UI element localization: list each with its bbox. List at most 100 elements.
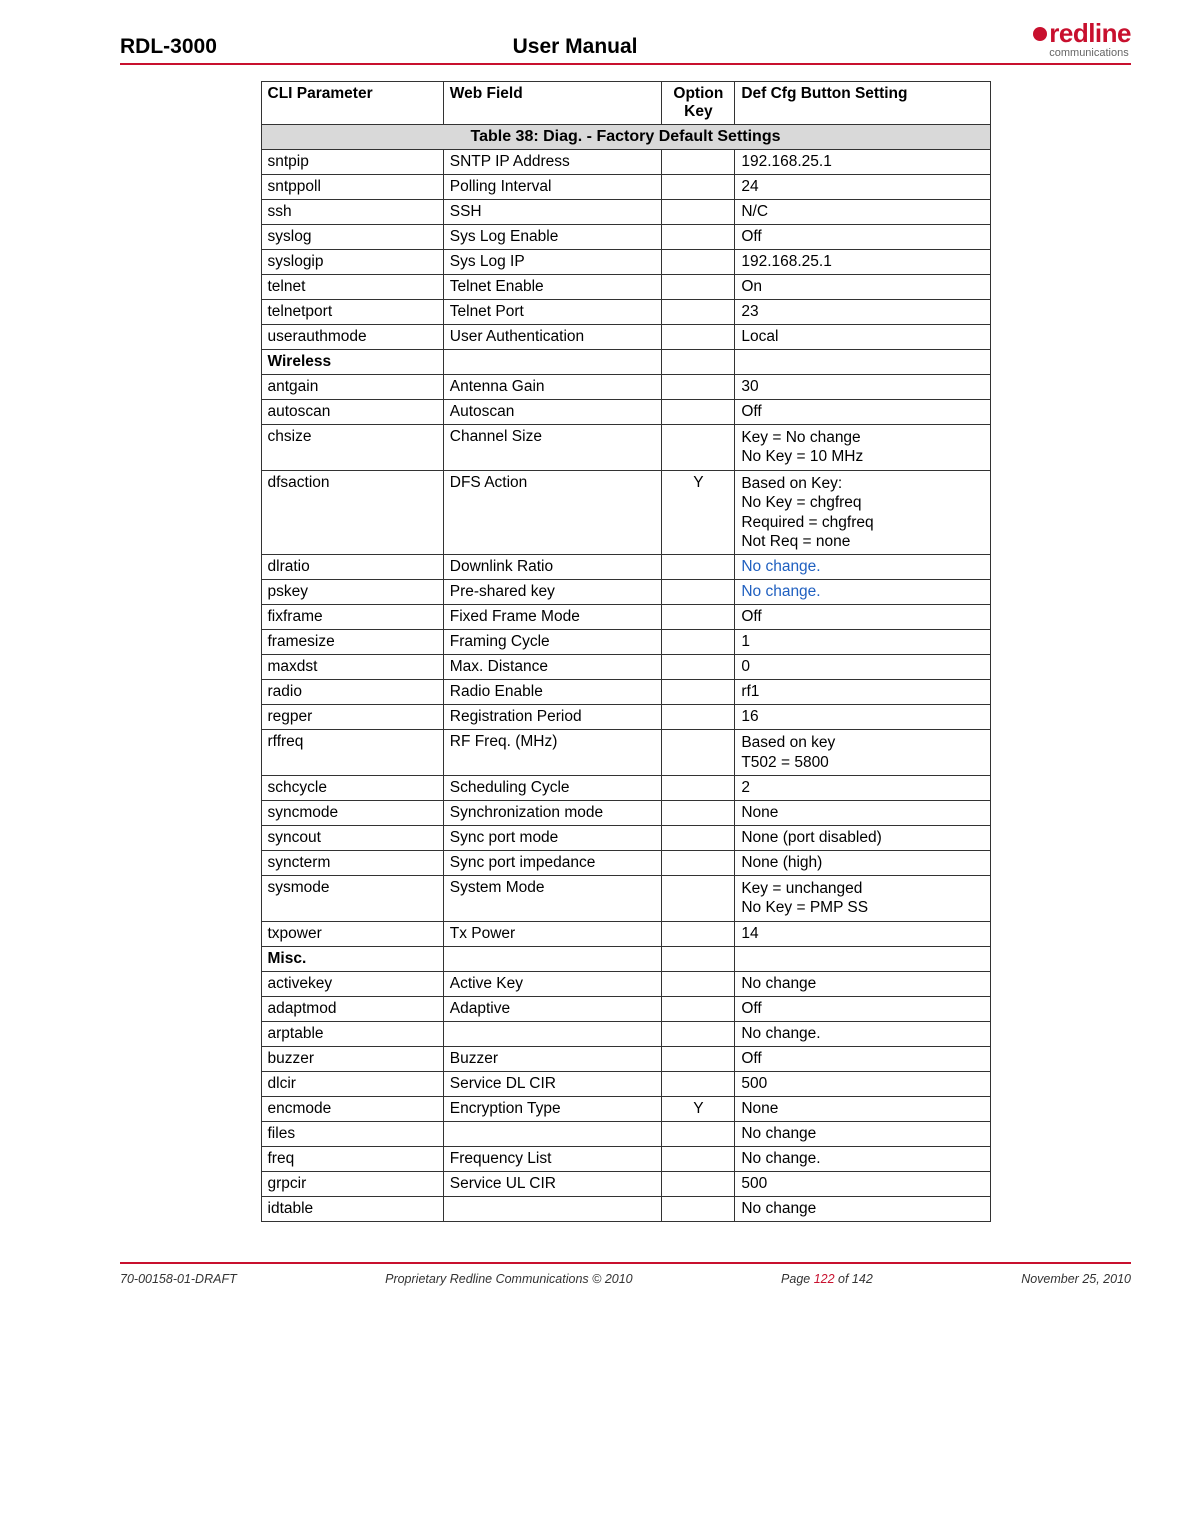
table-row: dlcirService DL CIR500 [261, 1071, 990, 1096]
cell-key [662, 801, 735, 826]
footer-rule [120, 1262, 1131, 1264]
cell-cli: freq [261, 1146, 443, 1171]
cell-def: None [735, 801, 990, 826]
cell-web: Framing Cycle [443, 630, 662, 655]
cell-def: 500 [735, 1071, 990, 1096]
cell-key [662, 225, 735, 250]
cell-def: 14 [735, 921, 990, 946]
col-header-web: Web Field [443, 82, 662, 125]
cell-key [662, 400, 735, 425]
doc-title: User Manual [217, 35, 1033, 59]
cell-web: Radio Enable [443, 680, 662, 705]
table-row: chsizeChannel SizeKey = No changeNo Key … [261, 425, 990, 471]
table-row: syncoutSync port modeNone (port disabled… [261, 826, 990, 851]
footer-page: Page 122 of 142 [781, 1272, 873, 1286]
cell-cli: userauthmode [261, 325, 443, 350]
cell-def: No change. [735, 580, 990, 605]
cell-key [662, 350, 735, 375]
cell-cli: txpower [261, 921, 443, 946]
cell-def: Off [735, 996, 990, 1021]
cell-web [443, 1196, 662, 1221]
cell-def: 16 [735, 705, 990, 730]
cell-key [662, 1121, 735, 1146]
table-row: arptableNo change. [261, 1021, 990, 1046]
table-row: syslogSys Log EnableOff [261, 225, 990, 250]
cell-key [662, 150, 735, 175]
cell-def: Based on Key:No Key = chgfreqRequired = … [735, 470, 990, 555]
cell-key [662, 580, 735, 605]
cell-web: Max. Distance [443, 655, 662, 680]
cell-key [662, 655, 735, 680]
cell-cli: fixframe [261, 605, 443, 630]
cell-cli: telnetport [261, 300, 443, 325]
table-row: encmodeEncryption TypeYNone [261, 1096, 990, 1121]
cell-key [662, 300, 735, 325]
cell-def: None (high) [735, 851, 990, 876]
cell-key [662, 200, 735, 225]
cell-def: Off [735, 605, 990, 630]
cell-web: Sync port mode [443, 826, 662, 851]
cell-cli: dlcir [261, 1071, 443, 1096]
table-row: framesizeFraming Cycle 1 [261, 630, 990, 655]
table-row: rffreqRF Freq. (MHz) Based on keyT502 = 5… [261, 730, 990, 776]
cell-key: Y [662, 470, 735, 555]
cell-cli: dfsaction [261, 470, 443, 555]
cell-cli: activekey [261, 971, 443, 996]
cell-cli: maxdst [261, 655, 443, 680]
cell-key [662, 996, 735, 1021]
table-row: Wireless [261, 350, 990, 375]
cell-web: DFS Action [443, 470, 662, 555]
cell-def: 0 [735, 655, 990, 680]
cell-cli: pskey [261, 580, 443, 605]
cell-def: 1 [735, 630, 990, 655]
table-row: txpowerTx Power14 [261, 921, 990, 946]
table-row: sntppollPolling Interval24 [261, 175, 990, 200]
cell-cli: antgain [261, 375, 443, 400]
cell-key [662, 946, 735, 971]
table-row: antgainAntenna Gain30 [261, 375, 990, 400]
table-row: idtableNo change [261, 1196, 990, 1221]
cell-cli: syslogip [261, 250, 443, 275]
cell-key [662, 605, 735, 630]
cell-key [662, 175, 735, 200]
product-name: RDL-3000 [120, 35, 217, 59]
cell-def: None [735, 1096, 990, 1121]
cell-key [662, 1046, 735, 1071]
cell-web: Fixed Frame Mode [443, 605, 662, 630]
cell-web: Telnet Enable [443, 275, 662, 300]
table-row: telnetTelnet EnableOn [261, 275, 990, 300]
settings-table: Table 38: Diag. - Factory Default Settin… [261, 81, 991, 1222]
cell-key [662, 375, 735, 400]
table-row: syncmodeSynchronization modeNone [261, 801, 990, 826]
cell-def: Off [735, 1046, 990, 1071]
cell-cli: dlratio [261, 555, 443, 580]
col-header-cli: CLI Parameter [261, 82, 443, 125]
cell-cli: rffreq [261, 730, 443, 776]
cell-cli: syncterm [261, 851, 443, 876]
header-rule [120, 63, 1131, 65]
table-row: autoscanAutoscanOff [261, 400, 990, 425]
footer-copyright: Proprietary Redline Communications © 201… [385, 1272, 633, 1286]
cell-key [662, 630, 735, 655]
cell-web: Adaptive [443, 996, 662, 1021]
cell-web: Antenna Gain [443, 375, 662, 400]
table-row: dlratioDownlink RatioNo change. [261, 555, 990, 580]
cell-cli: sntpip [261, 150, 443, 175]
cell-key: Y [662, 1096, 735, 1121]
table-header-row: CLI Parameter Web Field Option Key Def C… [261, 82, 990, 125]
cell-cli: autoscan [261, 400, 443, 425]
cell-def: 23 [735, 300, 990, 325]
table-row: sshSSHN/C [261, 200, 990, 225]
footer-page-of: of 142 [835, 1272, 873, 1286]
cell-cli: regper [261, 705, 443, 730]
cell-def: No change. [735, 555, 990, 580]
cell-key [662, 425, 735, 471]
table-row: dfsactionDFS ActionYBased on Key:No Key … [261, 470, 990, 555]
cell-web: User Authentication [443, 325, 662, 350]
cell-cli: framesize [261, 630, 443, 655]
cell-web: RF Freq. (MHz) [443, 730, 662, 776]
cell-key [662, 851, 735, 876]
cell-web: Encryption Type [443, 1096, 662, 1121]
cell-def: Based on keyT502 = 5800 [735, 730, 990, 776]
cell-cli: syncmode [261, 801, 443, 826]
